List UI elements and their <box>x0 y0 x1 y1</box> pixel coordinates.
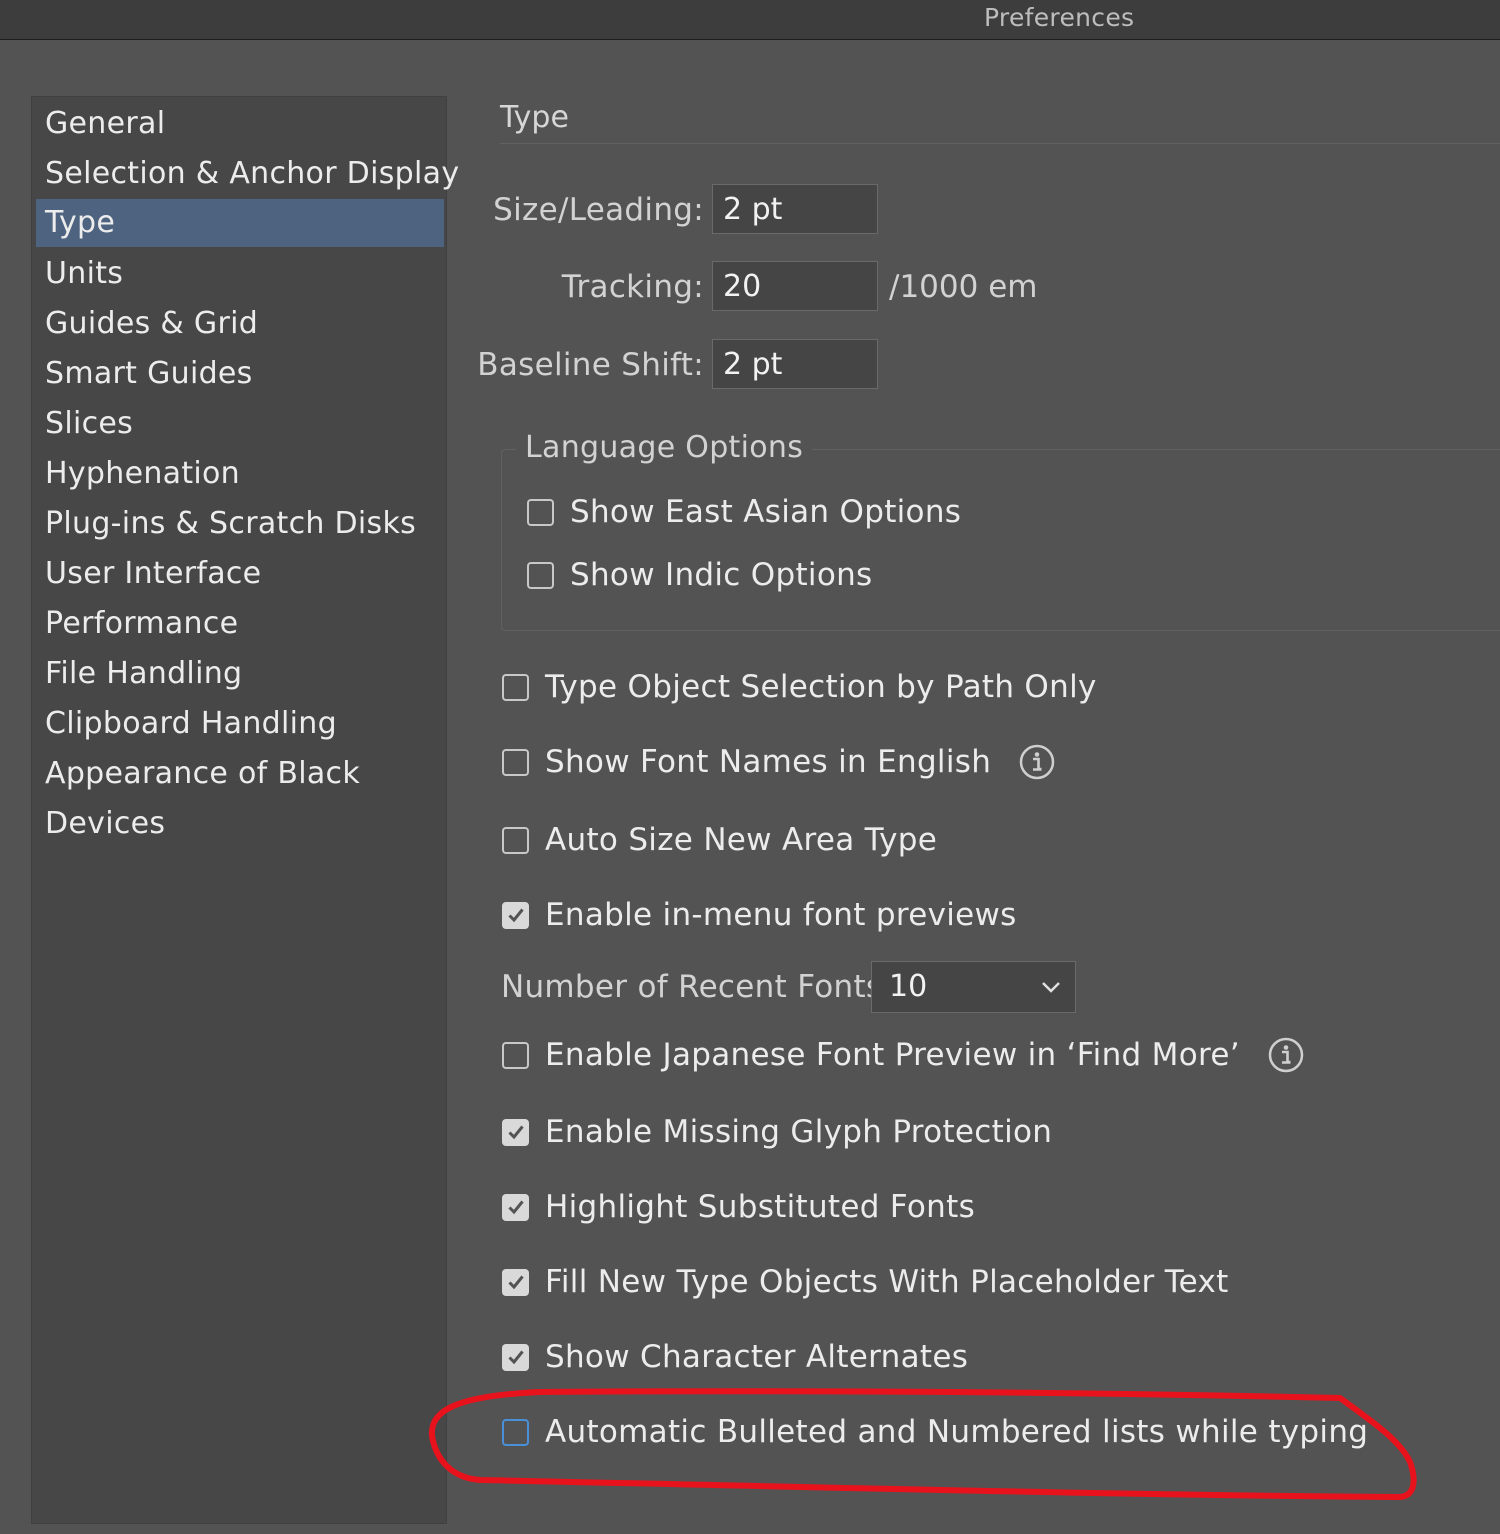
placeholder-text-label: Fill New Type Objects With Placeholder T… <box>545 1264 1229 1300</box>
sidebar-item-performance[interactable]: Performance <box>36 600 444 648</box>
in-menu-font-previews-label: Enable in-menu font previews <box>545 897 1017 933</box>
recent-fonts-value: 10 <box>889 969 928 1004</box>
auto-size-area-type-row[interactable]: Auto Size New Area Type <box>502 822 937 858</box>
tracking-unit: /1000 em <box>889 269 1038 305</box>
character-alternates-checkbox[interactable] <box>502 1343 529 1371</box>
sidebar-item-smart-guides[interactable]: Smart Guides <box>36 350 444 398</box>
sidebar-item-slices[interactable]: Slices <box>36 400 444 448</box>
sidebar-item-plugins-scratch-disks[interactable]: Plug-ins & Scratch Disks <box>36 500 444 548</box>
sidebar-item-devices[interactable]: Devices <box>36 800 444 848</box>
missing-glyph-protection-label: Enable Missing Glyph Protection <box>545 1114 1053 1150</box>
auto-bulleted-lists-row[interactable]: Automatic Bulleted and Numbered lists wh… <box>502 1414 1368 1450</box>
sidebar-item-units[interactable]: Units <box>36 250 444 298</box>
baseline-shift-label: Baseline Shift: <box>477 347 704 383</box>
highlight-substituted-fonts-checkbox[interactable] <box>502 1193 529 1221</box>
baseline-shift-input[interactable] <box>712 339 878 389</box>
sidebar-item-type[interactable]: Type <box>36 199 444 247</box>
missing-glyph-protection-row[interactable]: Enable Missing Glyph Protection <box>502 1114 1052 1150</box>
checkmark-icon <box>507 1200 524 1215</box>
title-bar: Preferences <box>0 0 1500 40</box>
checkmark-icon <box>507 1125 524 1140</box>
in-menu-font-previews-row[interactable]: Enable in-menu font previews <box>502 897 1017 933</box>
sidebar-item-hyphenation[interactable]: Hyphenation <box>36 450 444 498</box>
tracking-input[interactable] <box>712 261 878 311</box>
preferences-sidebar: General Selection & Anchor Display Type … <box>31 96 459 1524</box>
show-font-names-english-label: Show Font Names in English <box>545 744 992 780</box>
auto-size-area-type-label: Auto Size New Area Type <box>545 822 938 858</box>
info-icon[interactable] <box>1268 1037 1304 1073</box>
checkmark-icon <box>507 1275 524 1290</box>
sidebar-item-selection-anchor-display[interactable]: Selection & Anchor Display <box>36 150 459 198</box>
sidebar-item-guides-grid[interactable]: Guides & Grid <box>36 300 444 348</box>
sidebar-item-user-interface[interactable]: User Interface <box>36 550 444 598</box>
show-font-names-english-row[interactable]: Show Font Names in English <box>502 744 1055 780</box>
checkmark-icon <box>507 908 524 923</box>
sidebar-item-file-handling[interactable]: File Handling <box>36 650 444 698</box>
section-title: Type <box>500 100 569 135</box>
section-divider <box>500 143 1500 144</box>
sidebar-item-clipboard-handling[interactable]: Clipboard Handling <box>36 700 444 748</box>
in-menu-font-previews-checkbox[interactable] <box>502 901 529 929</box>
japanese-font-preview-label: Enable Japanese Font Preview in ‘Find Mo… <box>545 1037 1240 1073</box>
language-options-group <box>501 449 1500 631</box>
checkmark-icon <box>507 1350 524 1365</box>
type-object-selection-label: Type Object Selection by Path Only <box>545 669 1097 705</box>
sidebar-item-appearance-of-black[interactable]: Appearance of Black <box>36 750 444 798</box>
auto-bulleted-lists-checkbox[interactable] <box>502 1418 529 1446</box>
japanese-font-preview-checkbox[interactable] <box>502 1041 529 1069</box>
size-leading-input[interactable] <box>712 184 878 234</box>
highlight-substituted-fonts-label: Highlight Substituted Fonts <box>545 1189 976 1225</box>
show-indic-options-label: Show Indic Options <box>570 557 873 593</box>
show-indic-options-row[interactable]: Show Indic Options <box>527 557 873 593</box>
highlight-substituted-fonts-row[interactable]: Highlight Substituted Fonts <box>502 1189 975 1225</box>
sidebar-item-general[interactable]: General <box>36 100 444 148</box>
show-east-asian-options-label: Show East Asian Options <box>570 494 962 530</box>
chevron-down-icon <box>1042 982 1060 993</box>
window-title: Preferences <box>984 3 1135 32</box>
tracking-label: Tracking: <box>561 269 704 305</box>
type-object-selection-row[interactable]: Type Object Selection by Path Only <box>502 669 1097 705</box>
info-icon[interactable] <box>1019 744 1055 780</box>
recent-fonts-label: Number of Recent Fonts: <box>501 969 894 1005</box>
language-options-title: Language Options <box>516 430 813 465</box>
auto-bulleted-lists-label: Automatic Bulleted and Numbered lists wh… <box>545 1414 1369 1450</box>
show-font-names-english-checkbox[interactable] <box>502 748 529 776</box>
type-object-selection-checkbox[interactable] <box>502 673 529 701</box>
show-east-asian-options-checkbox[interactable] <box>527 498 554 526</box>
show-indic-options-checkbox[interactable] <box>527 561 554 589</box>
character-alternates-row[interactable]: Show Character Alternates <box>502 1339 968 1375</box>
show-east-asian-options-row[interactable]: Show East Asian Options <box>527 494 961 530</box>
auto-size-area-type-checkbox[interactable] <box>502 826 529 854</box>
character-alternates-label: Show Character Alternates <box>545 1339 969 1375</box>
placeholder-text-checkbox[interactable] <box>502 1268 529 1296</box>
size-leading-label: Size/Leading: <box>493 192 704 228</box>
missing-glyph-protection-checkbox[interactable] <box>502 1118 529 1146</box>
placeholder-text-row[interactable]: Fill New Type Objects With Placeholder T… <box>502 1264 1229 1300</box>
recent-fonts-select[interactable]: 10 <box>871 961 1076 1013</box>
japanese-font-preview-row[interactable]: Enable Japanese Font Preview in ‘Find Mo… <box>502 1037 1304 1073</box>
